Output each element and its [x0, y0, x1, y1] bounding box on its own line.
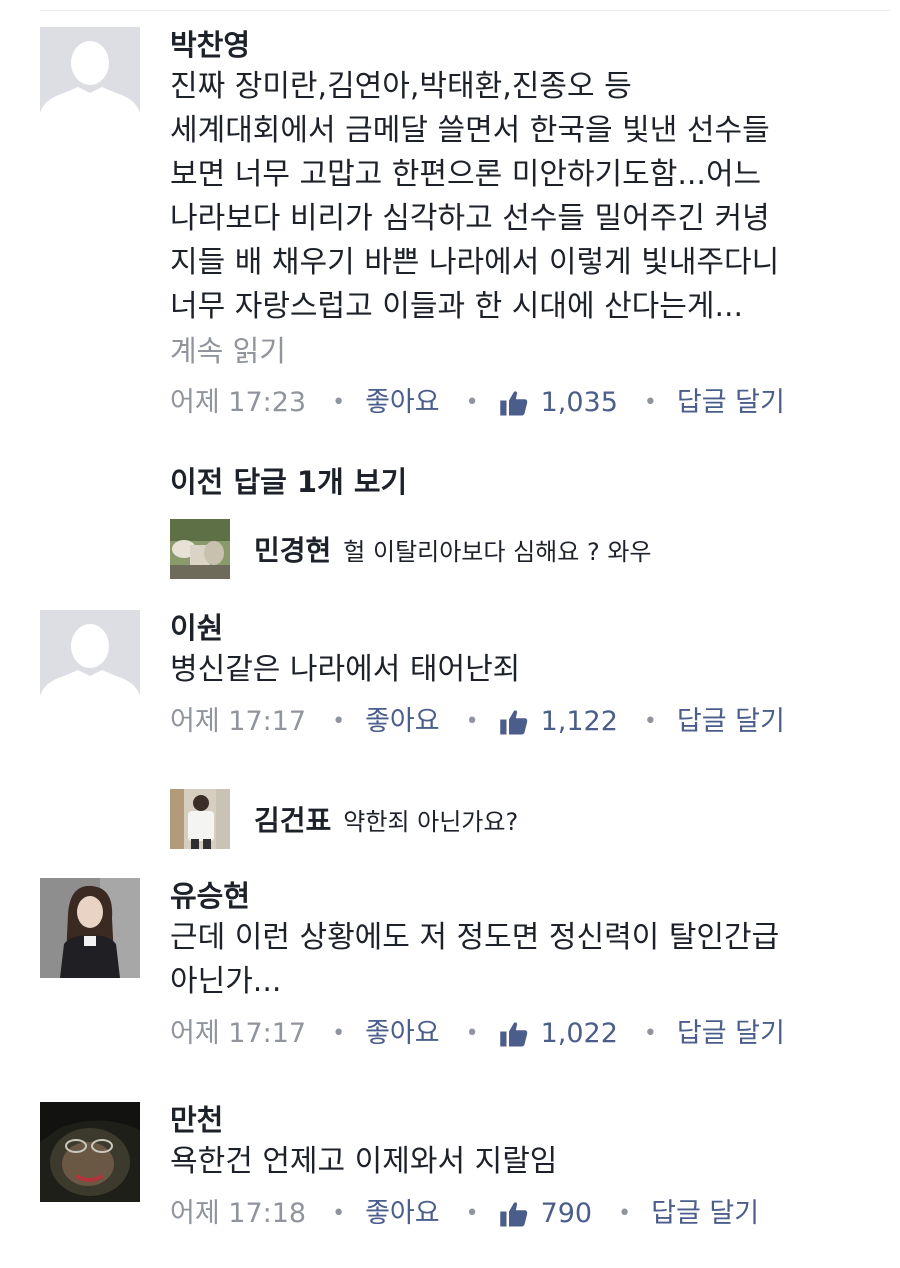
comment-meta: 어제 17:18 • 좋아요 • 790 • 답글 달기	[170, 1194, 860, 1234]
comment-timestamp: 어제 17:17	[170, 1018, 307, 1049]
comment-text-line: 지들 배 채우기 바쁜 나라에서 이렇게 빛내주다니	[170, 245, 780, 280]
reply-item: 민경현 헐 이탈리아보다 심해요 ? 와우	[170, 519, 652, 579]
like-count[interactable]: 790	[541, 1194, 593, 1234]
like-button[interactable]: 좋아요	[365, 1014, 440, 1054]
comment-timestamp: 어제 17:17	[170, 706, 307, 737]
like-count[interactable]: 1,022	[541, 1014, 618, 1054]
separator: •	[465, 1021, 479, 1046]
comment-text-line: 아닌가...	[170, 964, 282, 999]
reply-text: 약한죄 아닌가요?	[343, 807, 519, 836]
separator: •	[465, 1201, 479, 1226]
separator: •	[332, 709, 346, 734]
thumbs-up-icon[interactable]	[499, 388, 529, 418]
separator: •	[465, 709, 479, 734]
comment-author[interactable]: 만천	[170, 1100, 860, 1140]
separator: •	[618, 1201, 632, 1226]
comment-meta: 어제 17:17 • 좋아요 • 1,022 • 답글 달기	[170, 1014, 860, 1054]
like-button[interactable]: 좋아요	[365, 702, 440, 742]
avatar[interactable]	[40, 610, 140, 710]
view-previous-replies-link[interactable]: 이전 답글 1개 보기	[170, 462, 407, 502]
comment-text-line: 욕한건 언제고 이제와서 지랄임	[170, 1144, 558, 1179]
separator: •	[643, 390, 657, 415]
separator: •	[332, 1201, 346, 1226]
reply-button[interactable]: 답글 달기	[677, 1014, 785, 1054]
thumbs-up-icon[interactable]	[499, 1019, 529, 1049]
avatar[interactable]	[40, 27, 140, 127]
comment-text-line: 병신같은 나라에서 태어난죄	[170, 652, 521, 687]
avatar[interactable]	[170, 519, 230, 579]
avatar[interactable]	[40, 878, 140, 978]
thumbs-up-icon[interactable]	[499, 1199, 529, 1229]
profile-photo	[40, 1102, 140, 1202]
thumbs-up-icon[interactable]	[499, 707, 529, 737]
comment-text-line: 세계대회에서 금메달 쓸면서 한국을 빛낸 선수들	[170, 113, 770, 148]
comment-timestamp: 어제 17:18	[170, 1198, 307, 1229]
like-button[interactable]: 좋아요	[365, 1194, 440, 1234]
separator: •	[643, 709, 657, 734]
separator: •	[643, 1021, 657, 1046]
comment-text-line: 근데 이런 상황에도 저 정도면 정신력이 탈인간급	[170, 920, 780, 955]
comment-meta: 어제 17:23 • 좋아요 • 1,035 • 답글 달기	[170, 383, 860, 423]
reply-avatar-photo	[170, 519, 230, 579]
comment-text-line: 나라보다 비리가 심각하고 선수들 밀어주긴 커녕	[170, 201, 770, 236]
comment-author[interactable]: 유승현	[170, 876, 860, 916]
comment-text-line: 진짜 장미란,김연아,박태환,진종오 등	[170, 69, 632, 104]
like-button[interactable]: 좋아요	[365, 383, 440, 423]
separator: •	[465, 390, 479, 415]
avatar[interactable]	[40, 1102, 140, 1202]
comment-text-line: 너무 자랑스럽고 이들과 한 시대에 산다는게...	[170, 289, 744, 324]
avatar[interactable]	[170, 789, 230, 849]
profile-photo	[40, 878, 140, 978]
reply-button[interactable]: 답글 달기	[677, 383, 785, 423]
reply-button[interactable]: 답글 달기	[677, 702, 785, 742]
separator: •	[332, 390, 346, 415]
like-count[interactable]: 1,035	[541, 383, 618, 423]
reply-avatar-photo	[170, 789, 230, 849]
top-divider	[40, 10, 890, 11]
reply-item: 김건표 약한죄 아닌가요?	[170, 789, 518, 849]
reply-text: 헐 이탈리아보다 심해요 ? 와우	[343, 537, 652, 566]
comment-timestamp: 어제 17:23	[170, 387, 307, 418]
reply-button[interactable]: 답글 달기	[651, 1194, 759, 1234]
see-more-link[interactable]: 계속 읽기	[170, 329, 860, 373]
like-count[interactable]: 1,122	[541, 702, 618, 742]
reply-author[interactable]: 김건표	[254, 799, 331, 839]
reply-author[interactable]: 민경현	[254, 529, 331, 569]
default-avatar-icon	[40, 27, 140, 127]
comment-author[interactable]: 박찬영	[170, 25, 860, 65]
comment-author[interactable]: 이숸	[170, 608, 860, 648]
comment-meta: 어제 17:17 • 좋아요 • 1,122 • 답글 달기	[170, 702, 860, 742]
separator: •	[332, 1021, 346, 1046]
comment-text-line: 보면 너무 고맙고 한편으론 미안하기도함...어느	[170, 157, 762, 192]
default-avatar-icon	[40, 610, 140, 710]
